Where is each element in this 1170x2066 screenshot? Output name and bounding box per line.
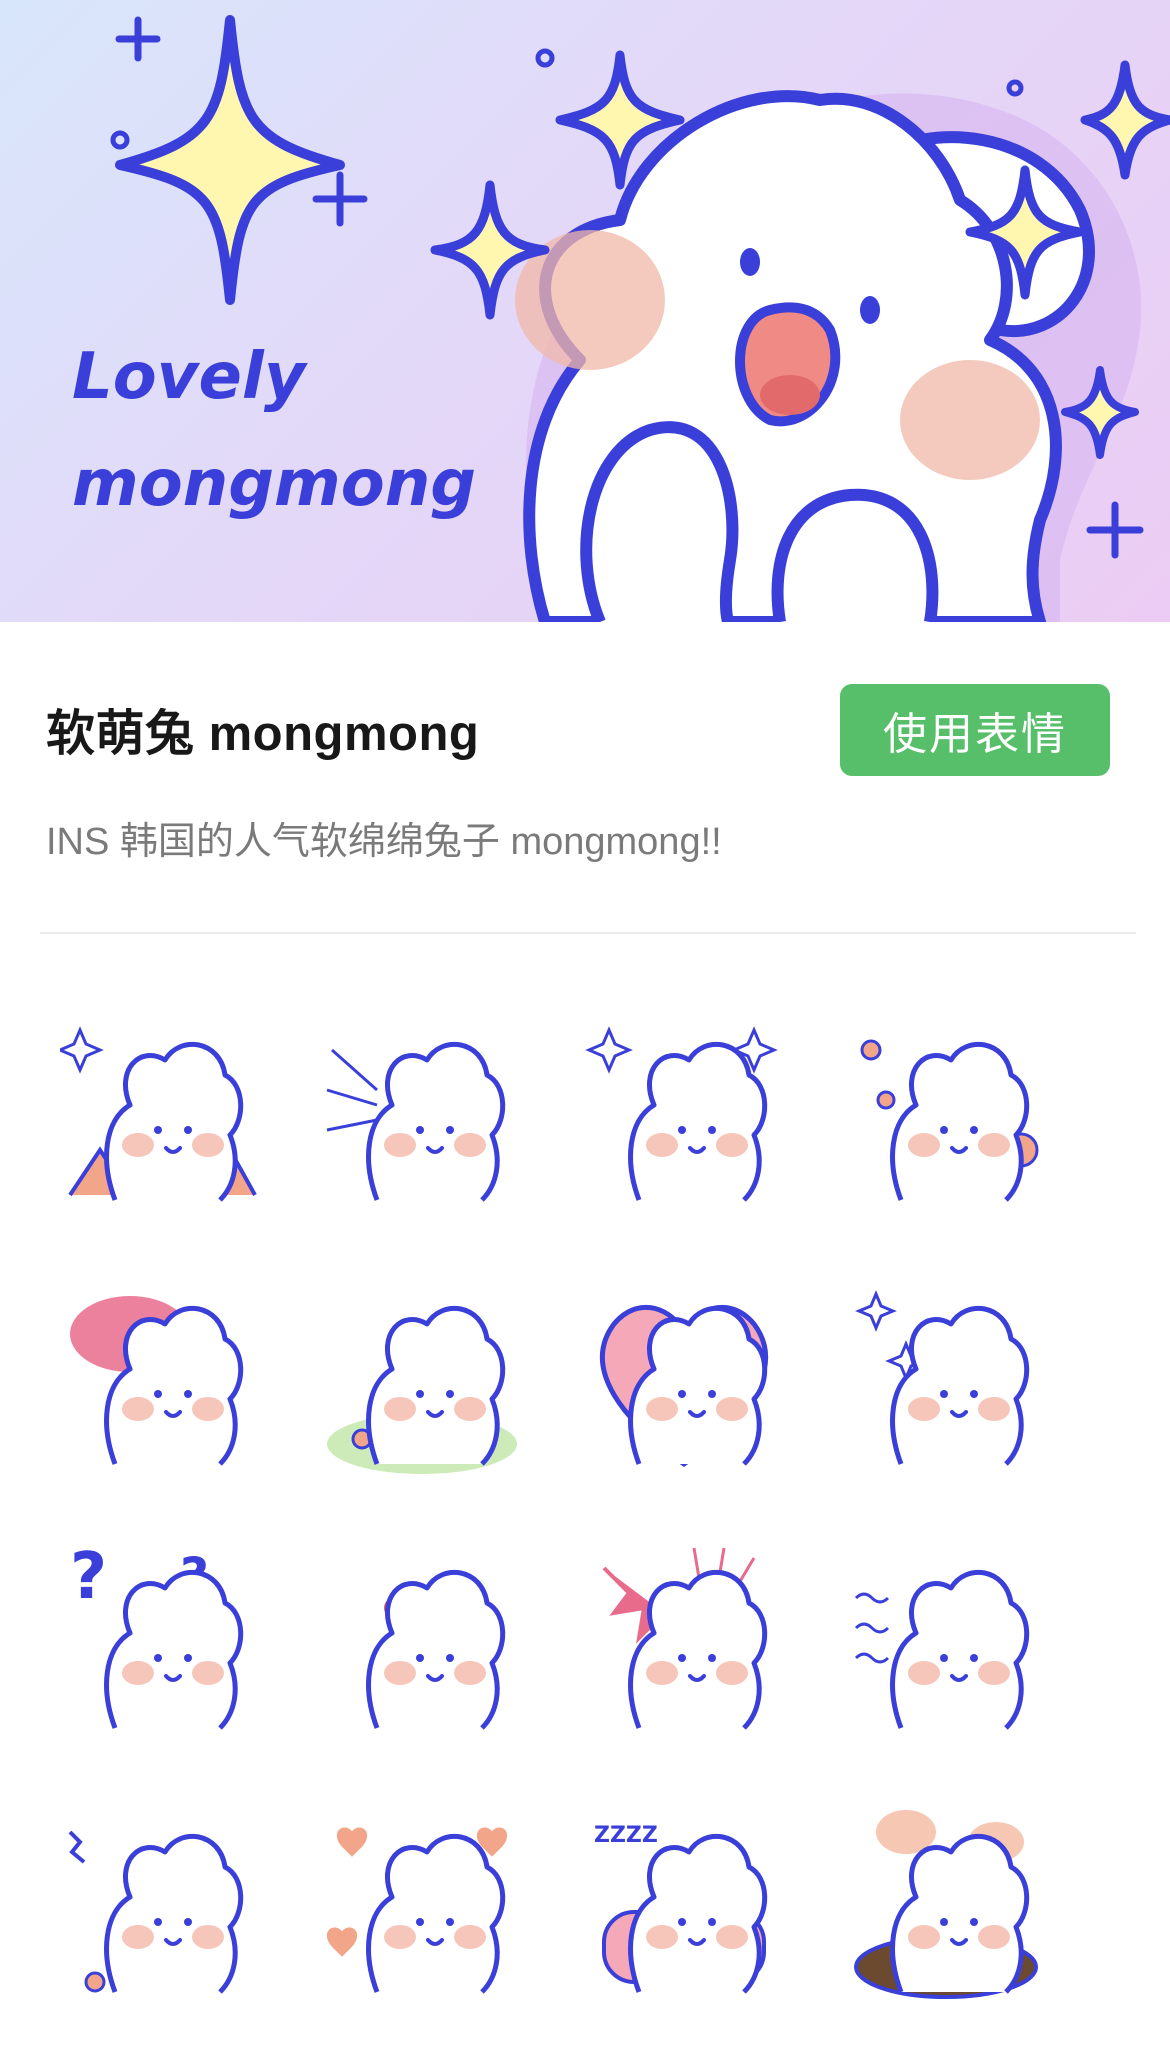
svg-text:ZZZZ: ZZZZ (594, 1823, 658, 1848)
exclaim-bubble-sticker[interactable] (60, 1274, 260, 1474)
sticker-image (855, 1290, 1030, 1466)
question-marks-sticker[interactable]: ?? (60, 1538, 260, 1738)
tulip-field-sticker[interactable] (56, 1010, 260, 1210)
sleeping-zzz-sticker[interactable]: ZZZZ (584, 1802, 784, 2002)
crying-sticker[interactable] (322, 1538, 522, 1738)
boom-burst-sticker[interactable] (584, 1538, 784, 1738)
banner-logo-line2: mongmong (72, 447, 476, 521)
sticker-image (602, 1547, 768, 1730)
banner-logo-line1: Lovely (72, 340, 308, 414)
divider (40, 932, 1136, 934)
sticker-image (68, 1830, 244, 1994)
sticker-image (70, 1296, 244, 1466)
starry-sticker[interactable] (846, 1274, 1046, 1474)
pack-banner: Lovely mongmong (0, 0, 1170, 622)
flower-meadow-sticker[interactable] (322, 1274, 522, 1474)
sparkle-surprise-sticker[interactable] (584, 1010, 784, 1210)
aiya-shout-sticker[interactable] (322, 1010, 522, 1210)
pack-title: 软萌兔 mongmong (46, 707, 480, 761)
sticker-image (860, 1039, 1039, 1202)
pack-info: 软萌兔 mongmong 使用表情 INS 韩国的人气软绵绵兔子 mongmon… (0, 622, 1170, 934)
flower-basket-sticker[interactable] (846, 1010, 1046, 1210)
hearts-around-sticker[interactable] (322, 1802, 522, 2002)
sticker-image (600, 1304, 768, 1468)
sticker-image (854, 1570, 1030, 1730)
sticker-image (326, 1042, 506, 1202)
svg-text:?: ? (70, 1540, 107, 1614)
sticker-grid: ?? ZZZZ (56, 1010, 1140, 2066)
sticker-image (56, 1026, 257, 1202)
sticker-image (326, 1827, 508, 1994)
banner-illustration: Lovely mongmong (72, 15, 1170, 622)
sticker-image (854, 1810, 1038, 1999)
pack-description: INS 韩国的人气软绵绵兔子 mongmong!! (46, 821, 722, 863)
sticker-image (366, 1570, 506, 1730)
use-sticker-button[interactable]: 使用表情 (840, 684, 1110, 776)
pink-heart-sticker[interactable] (584, 1274, 784, 1474)
chilly-sticker[interactable] (846, 1538, 1046, 1738)
sticker-image: ?? (70, 1540, 244, 1730)
sticker-image (327, 1306, 517, 1474)
pouting-sticker[interactable] (60, 1802, 260, 2002)
sticker-image: ZZZZ (594, 1823, 768, 1994)
sticker-image (585, 1026, 778, 1202)
coffee-cup-sticker[interactable] (846, 1802, 1046, 2002)
